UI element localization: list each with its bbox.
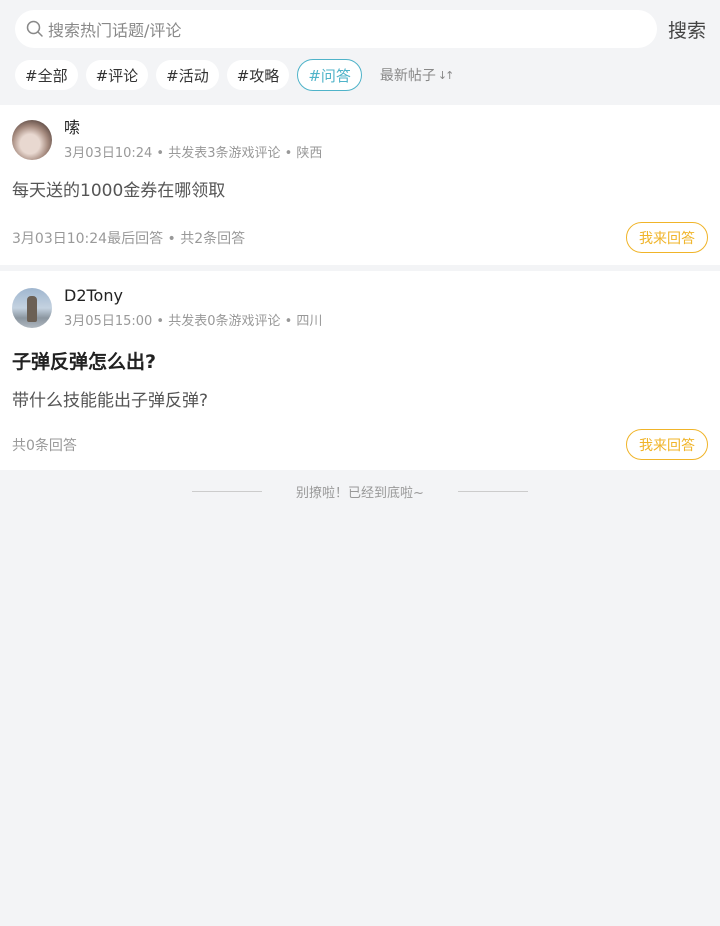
post-footer-meta: 3月03日10:24最后回答 • 共2条回答 <box>12 230 246 247</box>
avatar[interactable] <box>12 120 52 160</box>
post-meta: 3月05日15:00 • 共发表0条游戏评论 • 四川 <box>64 314 323 329</box>
post-card[interactable]: D2Tony 3月05日15:00 • 共发表0条游戏评论 • 四川 子弹反弹怎… <box>0 271 720 470</box>
tag-qa[interactable]: #问答 <box>297 59 362 91</box>
end-of-list: 别撩啦！已经到底啦~ <box>0 482 720 501</box>
post-body[interactable]: 每天送的1000金券在哪领取 <box>12 180 708 202</box>
username[interactable]: D2Tony <box>64 286 322 306</box>
search-placeholder: 搜索热门话题/评论 <box>48 21 182 40</box>
post-header: 嗦 3月03日10:24 • 共发表3条游戏评论 • 陕西 <box>12 118 708 162</box>
post-title[interactable]: 子弹反弹怎么出? <box>12 350 708 374</box>
search-button[interactable]: 搜索 <box>668 16 706 43</box>
post-meta: 3月03日10:24 • 共发表3条游戏评论 • 陕西 <box>64 146 323 161</box>
post-header: D2Tony 3月05日15:00 • 共发表0条游戏评论 • 四川 <box>12 286 708 330</box>
sort-label: 最新帖子 <box>379 68 436 84</box>
answer-button[interactable]: 我来回答 <box>626 429 708 460</box>
sort-latest-button[interactable]: 最新帖子 ↓↑ <box>379 65 455 85</box>
search-icon <box>26 20 43 37</box>
answer-button[interactable]: 我来回答 <box>626 222 708 253</box>
post-card[interactable]: 嗦 3月03日10:24 • 共发表3条游戏评论 • 陕西 每天送的1000金券… <box>0 105 720 265</box>
tag-all[interactable]: #全部 <box>15 60 78 90</box>
post-footer-meta: 共0条回答 <box>12 437 77 454</box>
tag-filter-row: #全部 #评论 #活动 #攻略 #问答 最新帖子 ↓↑ <box>15 59 708 91</box>
divider-right <box>457 491 528 492</box>
sort-arrows-icon: ↓↑ <box>437 68 455 82</box>
username[interactable]: 嗦 <box>64 118 322 138</box>
post-footer: 共0条回答 我来回答 <box>12 429 708 460</box>
post-footer: 3月03日10:24最后回答 • 共2条回答 我来回答 <box>12 222 708 253</box>
tag-guides[interactable]: #攻略 <box>226 60 290 90</box>
tag-comments[interactable]: #评论 <box>85 60 149 90</box>
end-of-list-text: 别撩啦！已经到底啦~ <box>296 486 424 501</box>
search-row: 搜索热门话题/评论 搜索 <box>15 10 708 48</box>
tag-events[interactable]: #活动 <box>156 60 219 90</box>
divider-left <box>192 491 263 492</box>
avatar[interactable] <box>12 288 52 328</box>
post-body[interactable]: 带什么技能能出子弹反弹? <box>12 390 708 412</box>
top-bar: 搜索热门话题/评论 搜索 #全部 #评论 #活动 #攻略 #问答 最新帖子 ↓↑ <box>0 0 720 91</box>
search-input[interactable]: 搜索热门话题/评论 <box>15 10 657 48</box>
